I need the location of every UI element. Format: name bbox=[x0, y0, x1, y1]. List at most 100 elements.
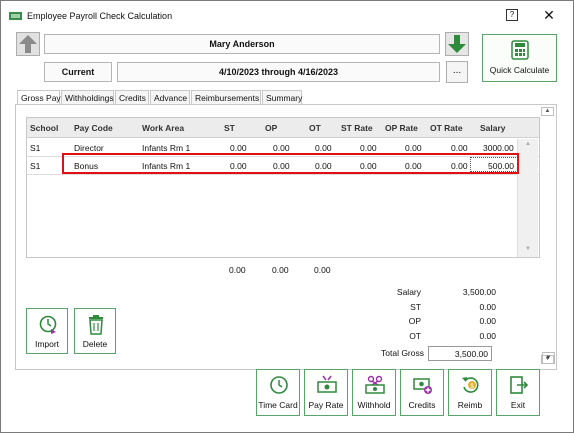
summary-st-value: 0.00 bbox=[479, 302, 496, 312]
delete-button[interactable]: Delete bbox=[74, 308, 116, 354]
cell-ot-rate: 0.00 bbox=[451, 143, 468, 153]
col-work-area: Work Area bbox=[142, 123, 185, 133]
table-row-empty[interactable] bbox=[27, 175, 539, 193]
quick-calculate-label: Quick Calculate bbox=[489, 65, 550, 75]
grid-scrollbar[interactable]: ▲ ▼ bbox=[517, 139, 538, 257]
import-button[interactable]: Import bbox=[26, 308, 68, 354]
title-bar: Employee Payroll Check Calculation ? ✕ bbox=[1, 1, 573, 29]
tab-label: Gross Pay bbox=[21, 93, 61, 103]
arrow-down-icon bbox=[448, 35, 466, 53]
col-pay-code: Pay Code bbox=[74, 123, 113, 133]
summary-row-op: OP 0.00 bbox=[346, 316, 496, 330]
summary-row-total-gross: Total Gross 3,500.00 bbox=[346, 346, 496, 362]
pay-rate-button[interactable]: Pay Rate bbox=[304, 369, 348, 416]
period-field: Current bbox=[44, 62, 112, 82]
select-period-button[interactable]: ... bbox=[446, 61, 468, 83]
window-title: Employee Payroll Check Calculation bbox=[27, 11, 173, 21]
cell-op: 0.00 bbox=[273, 143, 290, 153]
summary-row-st: ST 0.00 bbox=[346, 302, 496, 316]
cell-work-area: Infants Rm 1 bbox=[142, 143, 191, 153]
clock-import-icon bbox=[39, 315, 57, 334]
time-card-label: Time Card bbox=[258, 400, 298, 410]
col-ot: OT bbox=[309, 123, 321, 133]
tab-withholdings[interactable]: Withholdings bbox=[61, 90, 114, 104]
total-op: 0.00 bbox=[272, 265, 289, 275]
tab-label: Withholdings bbox=[65, 93, 114, 103]
summary-ot-value: 0.00 bbox=[479, 331, 496, 341]
scissors-money-icon bbox=[365, 375, 385, 394]
employee-name-field: Mary Anderson bbox=[44, 34, 440, 54]
cell-school: S1 bbox=[30, 143, 41, 153]
total-gross-field: 3,500.00 bbox=[428, 346, 492, 361]
summary-salary-label: Salary bbox=[396, 287, 421, 297]
highlighted-row-outline bbox=[62, 153, 519, 174]
pay-rate-label: Pay Rate bbox=[308, 400, 344, 410]
panel-scroll-up-button[interactable]: ▲ bbox=[541, 107, 554, 116]
cell-op-rate: 0.00 bbox=[405, 143, 422, 153]
summary-ot-label: OT bbox=[409, 331, 421, 341]
withhold-label: Withhold bbox=[357, 400, 391, 410]
scroll-up-arrow-icon[interactable]: ▲ bbox=[525, 141, 531, 147]
col-salary: Salary bbox=[480, 123, 506, 133]
exit-button[interactable]: Exit bbox=[496, 369, 540, 416]
tab-advance[interactable]: Advance bbox=[150, 90, 190, 104]
summary-op-value: 0.00 bbox=[479, 316, 496, 326]
date-range-field: 4/10/2023 through 4/16/2023 bbox=[117, 62, 440, 82]
grid-header: School Pay Code Work Area ST OP OT ST Ra… bbox=[27, 118, 539, 138]
total-st: 0.00 bbox=[229, 265, 246, 275]
summary-row-ot: OT 0.00 bbox=[346, 331, 496, 345]
col-school: School bbox=[30, 123, 59, 133]
exit-door-icon bbox=[510, 376, 529, 394]
cell-pay-code: Director bbox=[74, 143, 104, 153]
time-card-button[interactable]: Time Card bbox=[256, 369, 300, 416]
col-ot-rate: OT Rate bbox=[430, 123, 463, 133]
col-st: ST bbox=[224, 123, 235, 133]
tab-label: Summary bbox=[266, 93, 303, 103]
trash-icon bbox=[89, 315, 103, 335]
clock-icon bbox=[270, 376, 288, 394]
tab-credits[interactable]: Credits bbox=[115, 90, 149, 104]
tab-label: Reimbursements bbox=[195, 93, 260, 103]
summary-op-label: OP bbox=[408, 316, 421, 326]
cell-st-rate: 0.00 bbox=[360, 143, 377, 153]
reimb-button[interactable]: $ Reimb bbox=[448, 369, 492, 416]
total-ot: 0.00 bbox=[314, 265, 331, 275]
summary-gross-value: 3,500.00 bbox=[454, 349, 488, 359]
col-st-rate: ST Rate bbox=[341, 123, 373, 133]
payroll-window: Employee Payroll Check Calculation ? ✕ M… bbox=[0, 0, 574, 433]
cell-salary: 3000.00 bbox=[483, 143, 514, 153]
tab-label: Advance bbox=[154, 93, 188, 103]
quick-calculate-button[interactable]: Quick Calculate bbox=[482, 34, 557, 82]
credits-button[interactable]: Credits bbox=[400, 369, 444, 416]
cell-ot: 0.00 bbox=[315, 143, 332, 153]
gross-pay-panel: ▲ School Pay Code Work Area ST OP OT ST … bbox=[15, 104, 557, 370]
previous-employee-button[interactable] bbox=[16, 32, 40, 56]
dialog-content: Mary Anderson Current 4/10/2023 through … bbox=[1, 29, 573, 432]
tab-gross-pay[interactable]: Gross Pay bbox=[17, 90, 61, 105]
pay-lines-grid: School Pay Code Work Area ST OP OT ST Ra… bbox=[26, 117, 540, 258]
summary-st-label: ST bbox=[410, 302, 421, 312]
import-label: Import bbox=[34, 339, 60, 349]
tab-summary[interactable]: Summary bbox=[262, 90, 302, 104]
payroll-app-icon bbox=[9, 12, 22, 20]
credits-label: Credits bbox=[408, 400, 436, 410]
cell-school: S1 bbox=[30, 161, 41, 171]
withhold-button[interactable]: Withhold bbox=[352, 369, 396, 416]
salary-edit-focus bbox=[470, 157, 518, 172]
help-button[interactable]: ? bbox=[506, 9, 518, 21]
calculator-icon bbox=[511, 40, 529, 60]
col-op: OP bbox=[265, 123, 278, 133]
scroll-down-arrow-icon[interactable]: ▼ bbox=[525, 246, 531, 252]
summary-row-salary: Salary 3,500.00 bbox=[346, 287, 496, 301]
panel-dropdown-button[interactable]: ▼ bbox=[542, 352, 555, 364]
tab-reimbursements[interactable]: Reimbursements bbox=[191, 90, 261, 104]
summary-salary-value: 3,500.00 bbox=[462, 287, 496, 297]
refund-icon: $ bbox=[462, 377, 479, 393]
summary-gross-label: Total Gross bbox=[381, 348, 424, 358]
money-add-icon bbox=[413, 378, 432, 394]
tab-label: Credits bbox=[119, 93, 146, 103]
next-employee-button[interactable] bbox=[445, 32, 469, 56]
close-button[interactable]: ✕ bbox=[540, 6, 558, 24]
delete-label: Delete bbox=[82, 339, 108, 349]
cell-st: 0.00 bbox=[230, 143, 247, 153]
